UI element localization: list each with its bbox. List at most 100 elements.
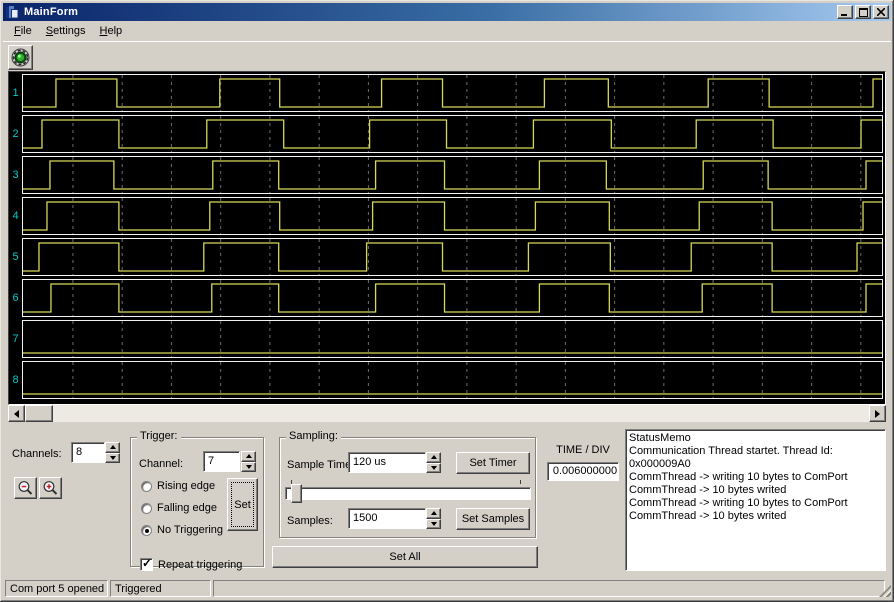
set-samples-button[interactable]: Set Samples xyxy=(456,508,530,530)
spin-down-icon[interactable] xyxy=(426,519,441,530)
spin-up-icon[interactable] xyxy=(426,452,441,463)
trigger-channel-spinner[interactable] xyxy=(241,451,256,472)
slider-thumb[interactable] xyxy=(291,484,302,503)
maximize-button[interactable] xyxy=(855,5,871,19)
left-arrow-icon xyxy=(14,410,19,418)
channel-panel xyxy=(22,320,883,358)
checkbox-label: Repeat triggering xyxy=(158,559,242,571)
radio-circle xyxy=(141,503,152,514)
set-all-label: Set All xyxy=(389,551,420,563)
menu-file[interactable]: File xyxy=(7,23,39,40)
minimize-button[interactable] xyxy=(837,5,853,19)
scroll-left-button[interactable] xyxy=(8,405,25,422)
sampling-group-caption: Sampling: xyxy=(286,430,341,442)
channel-row: 6 xyxy=(9,279,885,317)
set-timer-label: Set Timer xyxy=(469,457,516,469)
channel-row: 5 xyxy=(9,238,885,276)
trigger-channel-label: Channel: xyxy=(139,458,183,470)
channel-label: 7 xyxy=(9,320,22,358)
memo-line: Communication Thread startet. Thread Id: xyxy=(629,445,885,458)
trigger-group: Trigger: Channel: 7 Rising edge Falling … xyxy=(130,437,264,567)
channel-label: 6 xyxy=(9,279,22,317)
time-div-label: TIME / DIV xyxy=(547,444,619,456)
right-arrow-icon xyxy=(875,410,880,418)
channel-label: 8 xyxy=(9,361,22,399)
controls-panel: Channels: 8 Trigger: Channel: 7 xyxy=(0,422,894,578)
focus-rect xyxy=(231,482,254,527)
channel-row: 2 xyxy=(9,115,885,153)
set-all-button[interactable]: Set All xyxy=(272,546,538,568)
zoom-in-icon xyxy=(42,480,59,497)
window-title: MainForm xyxy=(24,6,837,18)
spin-up-icon[interactable] xyxy=(241,451,256,462)
channel-row: 3 xyxy=(9,156,885,194)
sample-time-input[interactable]: 120 us xyxy=(348,452,426,473)
main-window: MainForm File Settings Help xyxy=(0,0,894,602)
menu-settings[interactable]: Settings xyxy=(39,23,93,40)
set-trigger-button[interactable]: Set xyxy=(227,478,258,531)
spin-up-icon[interactable] xyxy=(105,442,120,453)
green-target-icon xyxy=(11,48,30,67)
channel-label: 2 xyxy=(9,115,22,153)
radio-circle xyxy=(141,525,152,536)
memo-line: 0x000009A0 xyxy=(629,458,885,471)
radio-dot xyxy=(145,529,149,533)
radio-label: Falling edge xyxy=(157,502,217,514)
samples-spinner[interactable] xyxy=(426,508,441,529)
spin-down-icon[interactable] xyxy=(241,462,256,473)
memo-line: CommThread -> 10 bytes writed xyxy=(629,484,885,497)
channels-label: Channels: xyxy=(12,448,62,460)
title-bar[interactable]: MainForm xyxy=(3,3,891,21)
checkbox-box: ✓ xyxy=(140,558,153,571)
window-buttons xyxy=(837,5,889,19)
spin-down-icon[interactable] xyxy=(426,463,441,474)
channel-label: 4 xyxy=(9,197,22,235)
radio-falling-edge[interactable]: Falling edge xyxy=(141,502,217,514)
maximize-icon xyxy=(859,8,868,17)
channel-panel xyxy=(22,279,883,317)
zoom-in-button[interactable] xyxy=(39,477,62,499)
radio-no-triggering[interactable]: No Triggering xyxy=(141,524,223,536)
status-panel-trigger: Triggered xyxy=(110,580,211,597)
status-memo[interactable]: StatusMemo Communication Thread startet.… xyxy=(625,429,886,571)
check-mark-icon: ✓ xyxy=(142,556,152,570)
radio-label: No Triggering xyxy=(157,524,223,536)
sample-time-slider[interactable] xyxy=(285,487,531,500)
samples-input[interactable]: 1500 xyxy=(348,508,426,529)
channel-panel xyxy=(22,74,883,112)
trigger-channel-input[interactable]: 7 xyxy=(203,451,240,472)
zoom-out-icon xyxy=(17,480,34,497)
channel-label: 1 xyxy=(9,74,22,112)
sample-time-spinner[interactable] xyxy=(426,452,441,473)
menu-help[interactable]: Help xyxy=(93,23,130,40)
channels-spinner[interactable] xyxy=(105,442,120,463)
scroll-right-button[interactable] xyxy=(869,405,886,422)
spin-down-icon[interactable] xyxy=(105,453,120,464)
horizontal-scrollbar[interactable] xyxy=(8,405,886,422)
toolbar xyxy=(3,41,891,71)
channel-row: 7 xyxy=(9,320,885,358)
channel-row: 4 xyxy=(9,197,885,235)
close-button[interactable] xyxy=(873,5,889,19)
waveform-plot xyxy=(23,362,882,398)
scroll-thumb[interactable] xyxy=(25,405,53,422)
channels-input[interactable]: 8 xyxy=(71,442,105,463)
status-bar: Com port 5 opened Triggered xyxy=(3,578,891,598)
waveform-plot xyxy=(23,75,882,111)
zoom-out-button[interactable] xyxy=(14,477,37,499)
channel-row: 8 xyxy=(9,361,885,399)
channel-panel xyxy=(22,115,883,153)
time-div-value: 0.006000000 xyxy=(547,462,619,481)
memo-line: StatusMemo xyxy=(629,432,885,445)
start-acquisition-button[interactable] xyxy=(8,45,33,70)
waveform-plot xyxy=(23,157,882,193)
close-icon xyxy=(877,8,885,16)
radio-rising-edge[interactable]: Rising edge xyxy=(141,480,215,492)
samples-label: Samples: xyxy=(287,515,333,527)
repeat-triggering-checkbox[interactable]: ✓ Repeat triggering xyxy=(140,558,242,571)
channel-panel xyxy=(22,361,883,399)
waveform-plot xyxy=(23,239,882,275)
radio-circle xyxy=(141,481,152,492)
set-timer-button[interactable]: Set Timer xyxy=(456,452,530,474)
spin-up-icon[interactable] xyxy=(426,508,441,519)
